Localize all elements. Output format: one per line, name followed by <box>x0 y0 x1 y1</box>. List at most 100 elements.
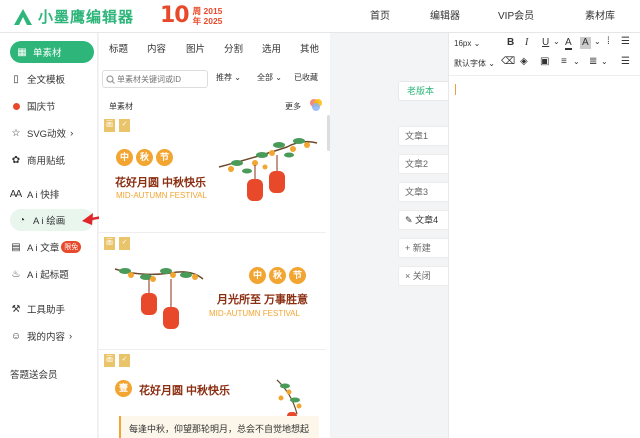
chevron-right-icon: › <box>69 330 73 342</box>
anniversary-line1: 周 2015 <box>192 6 223 16</box>
ribbon-tag: 画 <box>104 354 115 367</box>
material-icon: ▦ <box>17 46 27 58</box>
ai-layout-icon: Ꜳ <box>9 188 23 200</box>
sidebar-item-template[interactable]: ▯ 全文模板 <box>10 68 94 90</box>
sidebar-item-ai-title[interactable]: ♨ A i 起标题 <box>10 263 94 285</box>
sidebar-item-ai-article[interactable]: ▤ A i 文章 限免 <box>10 236 94 258</box>
old-version-button[interactable]: 老版本 <box>398 81 448 101</box>
sidebar-item-label: 工具助手 <box>27 305 66 316</box>
doc-tab-1[interactable]: 文章1 <box>398 126 448 146</box>
list-icon[interactable]: ≣ <box>589 56 597 67</box>
chevron-down-icon[interactable]: ⌄ <box>573 57 580 66</box>
font-color-button[interactable]: A <box>565 37 572 50</box>
sidebar-item-material[interactable]: ▦ 单素材 <box>10 41 94 63</box>
chevron-down-icon[interactable]: ⌄ <box>594 37 601 46</box>
search-input[interactable] <box>117 71 207 87</box>
anniversary-number: 10 <box>160 3 190 28</box>
text-cursor <box>455 84 456 95</box>
close-doc-button[interactable]: × 关闭 <box>398 266 448 286</box>
osmanthus-lantern-illustration <box>114 268 204 329</box>
osmanthus-lantern-illustration <box>218 138 318 201</box>
nav-vip[interactable]: VIP会员 <box>498 0 534 33</box>
filter-label: 全部 <box>257 73 273 82</box>
bold-button[interactable]: B <box>507 37 514 48</box>
doc-tab-2[interactable]: 文章2 <box>398 154 448 174</box>
new-doc-button[interactable]: + 新建 <box>398 238 448 258</box>
sidebar-item-my-content[interactable]: ☺ 我的内容 › <box>10 325 94 347</box>
font-family-select[interactable]: 默认字体 ⌄ <box>454 58 495 69</box>
editor-area: 16px ⌄ B I U ⌄ A A ⌄ ⁞ ☰ 默认字体 ⌄ ⌫ ◈ ▣ ≡ … <box>448 33 640 438</box>
chevron-right-icon: › <box>70 127 74 139</box>
close-icon: × <box>405 271 411 281</box>
chevron-down-icon[interactable]: ⌄ <box>553 37 560 46</box>
ribbon-tag: 画 <box>104 119 115 132</box>
indent-icon[interactable]: ☰ <box>621 36 630 47</box>
sidebar-item-national-day[interactable]: 国庆节 <box>10 95 94 117</box>
paint-bucket-icon[interactable]: ◈ <box>520 56 528 67</box>
highlight-button[interactable]: A <box>580 37 591 49</box>
doc-tab-4[interactable]: ✎ 文章4 <box>398 210 448 230</box>
card-title: 花好月圆 中秋快乐 <box>139 385 231 397</box>
title-icon: ♨ <box>11 268 21 280</box>
sidebar-item-svg[interactable]: ☆ SVG动效 › <box>10 122 94 144</box>
tab-image[interactable]: 图片 <box>186 33 205 67</box>
chevron-down-icon[interactable]: ⌄ <box>601 57 608 66</box>
material-card[interactable]: 画 ✓ 中 秋 节 月光所至 万事胜意 MID-AUTUMN FESTIVAL <box>99 237 326 350</box>
tab-content[interactable]: 内容 <box>147 33 166 67</box>
panel-tabs: 标题 内容 图片 分割 选用 其他 <box>99 33 330 67</box>
article-icon: ▤ <box>11 241 21 253</box>
nav-library[interactable]: 素材库 <box>585 0 615 33</box>
tab-selected[interactable]: 选用 <box>262 33 281 67</box>
font-size-value: 16px <box>454 39 472 48</box>
underline-button[interactable]: U <box>542 37 549 48</box>
filter-favorites[interactable]: 已收藏 <box>294 72 318 83</box>
sidebar-item-label: 商用贴纸 <box>27 156 66 167</box>
sidebar-item-quiz[interactable]: 答题送会员 <box>0 363 84 385</box>
eraser-icon[interactable]: ⌫ <box>501 56 515 67</box>
sidebar-item-label: 全文模板 <box>27 75 66 86</box>
color-wheel-icon[interactable] <box>309 98 323 112</box>
image-icon[interactable]: ▣ <box>540 56 549 67</box>
list-title: 单素材 <box>109 102 133 111</box>
tab-other[interactable]: 其他 <box>300 33 319 67</box>
material-card[interactable]: 画 ✓ 壹 花好月圆 中秋快乐 每逢中秋，仰望那轮明月，总会不自觉地想起 <box>99 354 326 438</box>
italic-button[interactable]: I <box>525 37 528 48</box>
number-badge: 壹 <box>115 380 132 397</box>
chevron-down-icon: ⌄ <box>488 59 495 68</box>
anniversary-line2: 年 2025 <box>192 16 223 26</box>
nav-editor[interactable]: 编辑器 <box>430 0 460 33</box>
sidebar-item-sticker[interactable]: ✿ 商用贴纸 <box>10 149 94 171</box>
dot-icon <box>10 102 22 110</box>
list-header: 单素材 更多 <box>109 98 324 114</box>
filter-all[interactable]: 全部 ⌄ <box>257 72 282 83</box>
tools-icon: ⚒ <box>11 303 21 315</box>
tab-title[interactable]: 标题 <box>109 33 128 67</box>
filter-recommend[interactable]: 推荐 ⌄ <box>216 72 241 83</box>
tab-divider[interactable]: 分割 <box>224 33 243 67</box>
font-family-value: 默认字体 <box>454 59 486 68</box>
material-card[interactable]: 画 ✓ 中 秋 节 花好月圆 中秋快乐 MID-AUTUMN FESTIVAL <box>99 119 326 233</box>
vip-ribbon-tag: ✓ <box>119 119 130 132</box>
search-box[interactable] <box>102 70 208 88</box>
badge-char: 中 <box>249 267 266 284</box>
more-format-icon[interactable]: ☰ <box>621 56 630 67</box>
sidebar-item-label: 答题送会员 <box>10 370 58 381</box>
more-link[interactable]: 更多 <box>285 101 301 112</box>
nav-home[interactable]: 首页 <box>370 0 390 33</box>
filter-label: 推荐 <box>216 73 232 82</box>
font-size-select[interactable]: 16px ⌄ <box>454 39 480 48</box>
template-icon: ▯ <box>13 73 19 85</box>
logo[interactable]: 小墨鹰编辑器 <box>12 6 134 27</box>
align-icon[interactable]: ≡ <box>561 56 567 67</box>
card-title: 月光所至 万事胜意 <box>217 294 309 306</box>
logo-icon <box>14 8 32 25</box>
line-spacing-icon[interactable]: ⁞ <box>607 36 610 47</box>
material-panel: 标题 内容 图片 分割 选用 其他 推荐 ⌄ 全部 ⌄ 已收藏 单素材 更多 画… <box>99 33 330 438</box>
doc-tab-3[interactable]: 文章3 <box>398 182 448 202</box>
sidebar-item-label: 单素材 <box>33 48 62 59</box>
sidebar-item-tools[interactable]: ⚒ 工具助手 <box>10 298 94 320</box>
sidebar-item-label: A i 起标题 <box>27 270 69 281</box>
sticker-icon: ✿ <box>11 154 21 166</box>
sidebar-item-label: A i 快排 <box>27 190 60 201</box>
user-icon: ☺ <box>10 330 22 342</box>
